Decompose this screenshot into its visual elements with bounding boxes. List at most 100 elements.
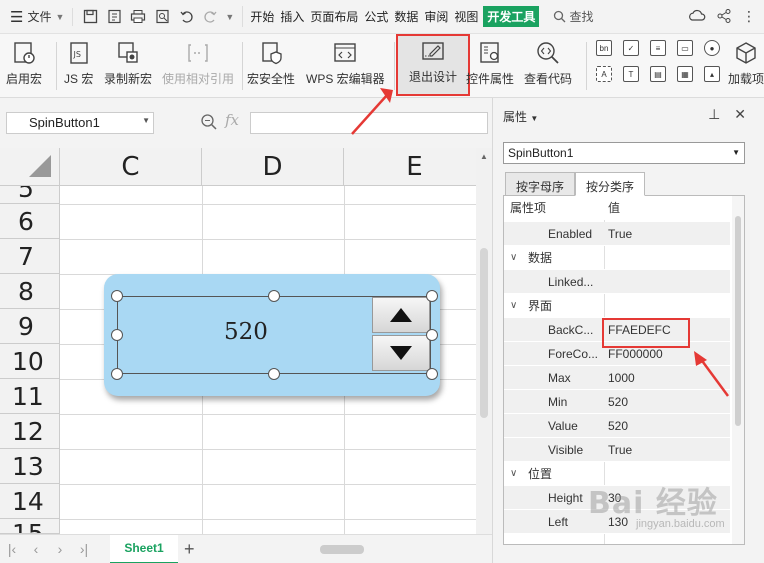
select-all-corner[interactable] <box>0 148 60 186</box>
spin-down-button[interactable] <box>372 335 430 371</box>
image-control-icon[interactable]: ▦ <box>677 66 693 82</box>
enable-macro-button[interactable]: 启用宏 <box>6 38 42 96</box>
row-header-14[interactable]: 14 <box>0 484 60 519</box>
column-header-e[interactable]: E <box>344 148 476 186</box>
column-header-c[interactable]: C <box>60 148 202 186</box>
tab-view[interactable]: 视图 <box>453 6 479 27</box>
textbox-control-icon[interactable]: T <box>623 66 639 82</box>
view-code-button[interactable]: 查看代码 <box>524 38 572 96</box>
chevron-down-icon[interactable]: ▼ <box>142 116 150 125</box>
row-header-7[interactable]: 7 <box>0 239 60 274</box>
label-control-icon[interactable]: A <box>596 66 612 82</box>
resize-handle[interactable] <box>268 368 280 380</box>
chevron-down-icon[interactable]: ∨ <box>510 300 517 311</box>
row-header-11[interactable]: 11 <box>0 379 60 414</box>
add-sheet-icon[interactable]: + <box>184 539 195 560</box>
macro-security-button[interactable]: 宏安全性 <box>247 38 295 96</box>
property-category-data[interactable]: ∨ 数据 <box>504 246 730 270</box>
pane-title[interactable]: 属性 ▼ <box>503 108 538 125</box>
record-macro-button[interactable]: 录制新宏 <box>104 38 152 96</box>
spin-control-icon[interactable]: ▴ <box>704 66 720 82</box>
prev-sheet-icon[interactable]: ‹ <box>24 541 48 557</box>
vertical-scrollbar[interactable]: ▲ <box>476 148 492 534</box>
scroll-up-icon[interactable]: ▲ <box>480 152 488 161</box>
pin-icon[interactable]: ⊥ <box>708 106 720 123</box>
property-row-min[interactable]: Min 520 <box>504 390 730 414</box>
tab-data[interactable]: 数据 <box>393 6 419 27</box>
scrollbar-thumb[interactable] <box>320 545 364 554</box>
formula-input[interactable] <box>250 112 488 134</box>
row-header-9[interactable]: 9 <box>0 309 60 344</box>
scrollbar-thumb[interactable] <box>735 216 741 426</box>
sheet-tab-sheet1[interactable]: Sheet1 <box>110 534 178 563</box>
property-row-value[interactable]: Value 520 <box>504 414 730 438</box>
export-pdf-icon[interactable] <box>105 8 123 26</box>
resize-handle[interactable] <box>111 290 123 302</box>
option-button-control-icon[interactable]: ● <box>704 40 720 56</box>
zoom-icon[interactable] <box>200 113 218 131</box>
next-sheet-icon[interactable]: › <box>48 541 72 557</box>
spin-up-button[interactable] <box>372 297 430 333</box>
tab-insert[interactable]: 插入 <box>279 6 305 27</box>
resize-handle[interactable] <box>426 290 438 302</box>
redo-icon[interactable] <box>201 8 219 26</box>
function-icon[interactable]: fx <box>225 111 239 129</box>
tab-developer[interactable]: 开发工具 <box>483 6 540 27</box>
exit-design-button[interactable]: 退出设计 <box>396 34 470 96</box>
checkbox-control-icon[interactable]: ✓ <box>623 40 639 56</box>
cloud-sync-icon[interactable] <box>688 8 706 24</box>
property-row-visible[interactable]: Visible True <box>504 438 730 462</box>
tab-review[interactable]: 审阅 <box>423 6 449 27</box>
control-properties-button[interactable]: 控件属性 <box>466 38 514 96</box>
row-header-12[interactable]: 12 <box>0 414 60 449</box>
resize-handle[interactable] <box>111 329 123 341</box>
row-header-8[interactable]: 8 <box>0 274 60 309</box>
spin-button-control[interactable]: 520 <box>104 274 440 396</box>
listbox-control-icon[interactable]: ≡ <box>650 40 666 56</box>
print-icon[interactable] <box>129 8 147 26</box>
search-box[interactable]: 查找 <box>553 8 593 25</box>
row-header-6[interactable]: 6 <box>0 204 60 239</box>
property-row-linked[interactable]: Linked... <box>504 270 730 294</box>
save-icon[interactable] <box>81 8 99 26</box>
resize-handle[interactable] <box>426 329 438 341</box>
object-selector[interactable]: SpinButton1 ▼ <box>503 142 745 164</box>
first-sheet-icon[interactable]: |‹ <box>0 541 24 557</box>
scrollbar-thumb[interactable] <box>480 248 488 418</box>
js-macro-button[interactable]: JS JS 宏 <box>64 38 93 96</box>
last-sheet-icon[interactable]: ›| <box>72 541 96 557</box>
row-header-10[interactable]: 10 <box>0 344 60 379</box>
wps-macro-editor-button[interactable]: WPS 宏编辑器 <box>306 38 385 96</box>
close-icon[interactable]: ✕ <box>734 106 746 123</box>
relative-reference-button[interactable]: 使用相对引用 <box>162 38 234 96</box>
column-header-d[interactable]: D <box>202 148 344 186</box>
resize-handle[interactable] <box>268 290 280 302</box>
chevron-down-icon[interactable]: ▼ <box>225 12 234 22</box>
tab-home[interactable]: 开始 <box>249 6 275 27</box>
print-preview-icon[interactable] <box>153 8 171 26</box>
row-header-5[interactable]: 5 <box>0 186 60 204</box>
tab-categorized[interactable]: 按分类序 <box>575 172 646 196</box>
name-box[interactable]: SpinButton1 ▼ <box>6 112 154 134</box>
undo-icon[interactable] <box>177 8 195 26</box>
tab-alphabetical[interactable]: 按字母序 <box>505 172 576 196</box>
chevron-down-icon[interactable]: ∨ <box>510 468 517 479</box>
share-icon[interactable] <box>716 8 732 24</box>
frame-control-icon[interactable]: ▭ <box>677 40 693 56</box>
row-header-15[interactable]: 15 <box>0 519 60 534</box>
tab-page-layout[interactable]: 页面布局 <box>309 6 359 27</box>
resize-handle[interactable] <box>111 368 123 380</box>
more-icon[interactable]: ⋮ <box>742 8 756 25</box>
chevron-down-icon[interactable]: ∨ <box>510 252 517 263</box>
property-list-scrollbar[interactable] <box>732 196 744 544</box>
button-control-icon[interactable]: bn <box>596 40 612 56</box>
horizontal-scrollbar[interactable] <box>290 543 470 555</box>
property-row-enabled[interactable]: Enabled True <box>504 222 730 246</box>
combobox-control-icon[interactable]: ▤ <box>650 66 666 82</box>
property-row-max[interactable]: Max 1000 <box>504 366 730 390</box>
load-item-button[interactable]: 加载项 <box>728 38 764 96</box>
property-category-interface[interactable]: ∨ 界面 <box>504 294 730 318</box>
tab-formulas[interactable]: 公式 <box>363 6 389 27</box>
file-menu[interactable]: ☰ 文件 ▼ <box>0 8 72 26</box>
resize-handle[interactable] <box>426 368 438 380</box>
